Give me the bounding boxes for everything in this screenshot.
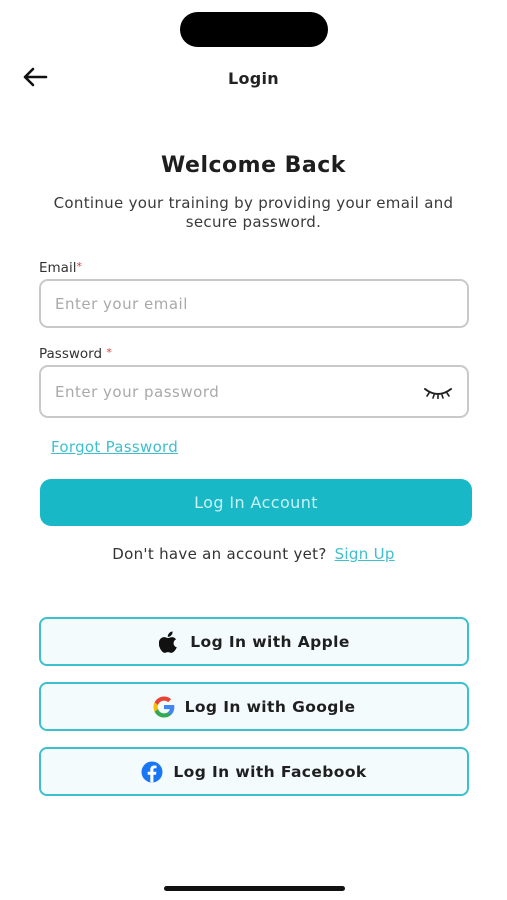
required-mark: * [76,260,82,273]
page-title: Login [227,69,279,88]
apple-login-label: Log In with Apple [190,632,350,651]
required-mark: * [106,346,112,359]
apple-icon [158,631,180,653]
eye-closed-icon[interactable] [423,382,453,402]
google-login-label: Log In with Google [184,697,356,716]
home-indicator [164,886,345,891]
password-label: Password * [39,346,112,362]
facebook-login-label: Log In with Facebook [173,762,367,781]
apple-login-button[interactable]: Log In with Apple [39,617,469,666]
password-label-text: Password [39,346,103,362]
email-field[interactable] [39,279,469,328]
email-label-text: Email [39,260,77,276]
login-screen: Login Welcome Back Continue your trainin… [0,0,507,900]
welcome-heading: Welcome Back [161,153,346,178]
email-input[interactable] [55,294,453,313]
google-login-button[interactable]: Log In with Google [39,682,469,731]
signup-row: Don't have an account yet? Sign Up [0,545,507,563]
signup-link[interactable]: Sign Up [335,545,395,563]
dynamic-island [180,12,328,47]
forgot-password-link[interactable]: Forgot Password [51,438,178,456]
password-field[interactable] [39,365,469,418]
email-label: Email* [39,260,82,276]
login-button[interactable]: Log In Account [40,479,472,526]
facebook-login-button[interactable]: Log In with Facebook [39,747,469,796]
signup-prompt: Don't have an account yet? [112,545,327,563]
password-input[interactable] [55,382,423,401]
google-icon [153,696,175,718]
welcome-subtitle: Continue your training by providing your… [53,194,454,231]
facebook-icon [141,761,163,783]
